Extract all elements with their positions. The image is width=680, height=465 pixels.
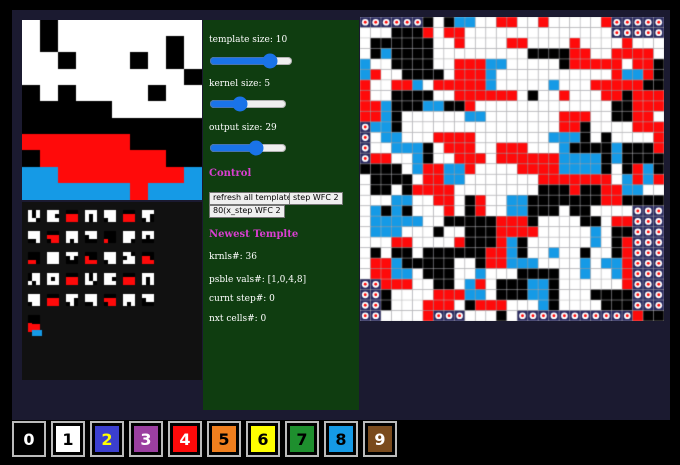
output-size-label: output size: 29 — [209, 123, 277, 133]
color-swatch-8[interactable]: 8 — [324, 421, 358, 457]
template-size-slider[interactable] — [209, 56, 293, 66]
color-swatch-label: 4 — [173, 426, 197, 452]
kernels-canvas — [22, 202, 202, 380]
color-swatch-label: 3 — [134, 426, 158, 452]
color-swatch-label: 8 — [329, 426, 353, 452]
output-size-slider[interactable] — [209, 143, 287, 153]
kernels-panel — [22, 202, 202, 380]
color-swatch-label: 7 — [290, 426, 314, 452]
kernel-size-slider[interactable] — [209, 99, 287, 109]
next-cells: nxt cells#: 0 — [209, 314, 267, 324]
color-swatch-5[interactable]: 5 — [207, 421, 241, 457]
color-swatch-7[interactable]: 7 — [285, 421, 319, 457]
color-swatch-label: 6 — [251, 426, 275, 452]
color-swatch-4[interactable]: 4 — [168, 421, 202, 457]
template-canvas[interactable] — [22, 20, 202, 200]
template-size-label: template size: 10 — [209, 35, 288, 45]
color-swatch-label: 2 — [95, 426, 119, 452]
color-swatch-6[interactable]: 6 — [246, 421, 280, 457]
color-swatch-1[interactable]: 1 — [51, 421, 85, 457]
color-swatch-label: 9 — [368, 426, 392, 452]
control-panel: template size: 10 kernel size: 5 output … — [203, 20, 359, 410]
control-heading: Control — [209, 168, 252, 179]
refresh-all-template-button[interactable]: refresh all template — [209, 192, 296, 205]
color-swatch-2[interactable]: 2 — [90, 421, 124, 457]
kernels-count: krnls#: 36 — [209, 252, 257, 262]
color-swatch-label: 5 — [212, 426, 236, 452]
step-80x-wfc-button[interactable]: 80(x_step WFC 2 — [209, 205, 285, 218]
current-step: curnt step#: 0 — [209, 294, 275, 304]
color-swatch-3[interactable]: 3 — [129, 421, 163, 457]
color-swatch-0[interactable]: 0 — [12, 421, 46, 457]
step-wfc-button[interactable]: step WFC 2 — [289, 192, 343, 205]
output-canvas[interactable] — [360, 17, 664, 321]
newest-template-heading: Newest Templte — [209, 229, 299, 240]
color-swatch-label: 0 — [17, 426, 41, 452]
color-swatch-9[interactable]: 9 — [363, 421, 397, 457]
color-swatch-label: 1 — [56, 426, 80, 452]
possible-values: psble vals#: [1,0,4,8] — [209, 275, 307, 285]
kernel-size-label: kernel size: 5 — [209, 79, 271, 89]
